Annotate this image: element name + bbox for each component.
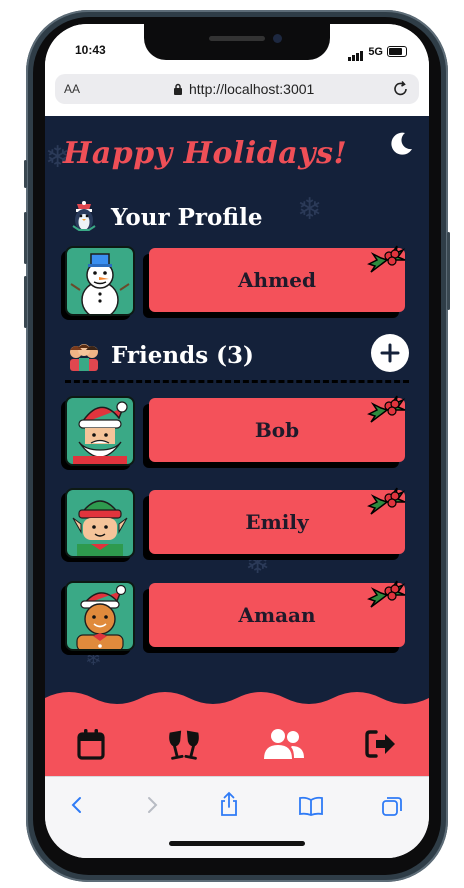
share-icon[interactable] <box>218 791 240 817</box>
home-indicator <box>169 841 305 846</box>
friend-row[interactable]: Amaan <box>65 580 406 651</box>
cheers-icon <box>169 730 199 760</box>
section-divider <box>65 380 409 383</box>
snowman-avatar <box>65 246 135 316</box>
friends-heading: Friends (3) <box>111 341 254 369</box>
address-bar[interactable]: AA http://localhost:3001 <box>55 74 419 104</box>
logout-icon <box>365 730 395 758</box>
bookmarks-icon[interactable] <box>298 795 324 817</box>
network-label: 5G <box>368 45 383 58</box>
holly-icon <box>367 580 406 608</box>
mute-switch <box>24 160 27 188</box>
friends-icon <box>264 729 304 759</box>
penguin-santa-icon <box>72 201 96 231</box>
signal-icon <box>348 42 364 61</box>
nav-calendar-button[interactable] <box>71 724 111 764</box>
gingerbread-icon <box>76 584 127 649</box>
snowflake-icon: ❄ <box>297 192 323 227</box>
reload-icon[interactable] <box>391 79 411 99</box>
nav-cheers-button[interactable] <box>164 724 204 764</box>
friend-row[interactable]: Emily <box>65 487 406 558</box>
app-title: Happy Holidays! <box>63 136 348 171</box>
phone-screen: 10:43 5G AA http://localhost:3001 ❄ ❄ ❄ … <box>45 24 429 858</box>
volume-up-button <box>24 212 27 264</box>
holly-icon <box>367 487 406 515</box>
gingerbread-avatar <box>65 581 135 651</box>
text-size-button[interactable]: AA <box>64 82 80 96</box>
forward-icon[interactable] <box>144 795 160 815</box>
nav-logout-button[interactable] <box>361 724 401 764</box>
moon-icon[interactable] <box>387 130 415 158</box>
tabs-icon[interactable] <box>381 795 403 817</box>
nav-friends-button[interactable] <box>261 724 307 764</box>
friend-name-card[interactable]: Bob <box>149 395 406 462</box>
profile-name-card[interactable]: Ahmed <box>149 245 406 312</box>
profile-card[interactable]: Ahmed <box>65 245 406 316</box>
calendar-icon <box>77 729 105 760</box>
snowman-icon <box>70 253 130 314</box>
front-camera <box>273 34 282 43</box>
status-bar: 10:43 5G <box>45 24 429 74</box>
friend-row[interactable]: Bob <box>65 395 406 466</box>
power-button <box>447 232 450 310</box>
holly-icon <box>367 245 406 273</box>
friend-name-card[interactable]: Amaan <box>149 580 406 647</box>
notch <box>144 24 330 60</box>
carolers-icon <box>70 344 98 371</box>
elf-icon <box>72 500 128 556</box>
elf-avatar <box>65 488 135 558</box>
profile-section-header: Your Profile <box>67 200 262 234</box>
url-text: http://localhost:3001 <box>189 81 315 97</box>
status-indicators: 5G <box>348 42 407 61</box>
holly-icon <box>367 395 406 423</box>
santa-avatar <box>65 396 135 466</box>
friends-section-header: Friends (3) <box>67 338 254 372</box>
friend-name-card[interactable]: Emily <box>149 487 406 554</box>
add-friend-button[interactable] <box>371 334 409 372</box>
profile-heading: Your Profile <box>111 203 263 231</box>
url-field[interactable]: http://localhost:3001 <box>173 81 314 97</box>
speaker <box>209 36 265 41</box>
plus-icon <box>380 343 400 363</box>
santa-icon <box>73 401 128 464</box>
app-content: ❄ ❄ ❄ ❄ ❄ Happy Holidays! Your Profile <box>45 116 429 776</box>
back-icon[interactable] <box>69 795 85 815</box>
lock-icon <box>174 83 182 95</box>
battery-icon <box>387 46 407 57</box>
status-time: 10:43 <box>75 43 106 57</box>
browser-toolbar <box>45 776 429 858</box>
volume-down-button <box>24 276 27 328</box>
